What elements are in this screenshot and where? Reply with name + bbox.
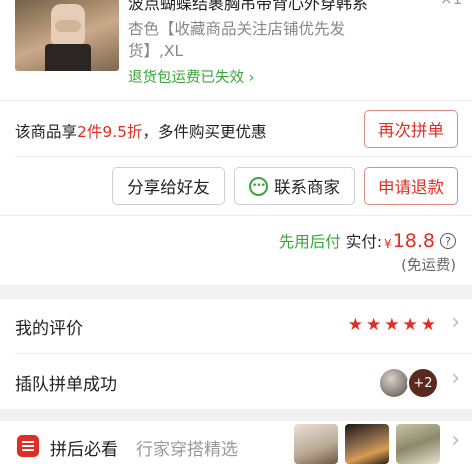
list-icon	[17, 435, 39, 457]
paid-label: 实付:	[345, 233, 383, 251]
section-gap	[0, 409, 472, 421]
group-status-label: 插队拼单成功	[15, 375, 117, 395]
divider	[0, 215, 472, 216]
recommend-title[interactable]: 拼后必看	[50, 435, 118, 460]
outfit-thumbnail[interactable]	[345, 424, 389, 464]
help-icon[interactable]: ?	[440, 233, 456, 249]
product-quantity: ×1	[440, 0, 462, 8]
product-spec: 杏色【收藏商品关注店铺优先发货】,XL	[128, 20, 346, 60]
pay-later-tag: 先用后付	[278, 233, 341, 251]
shipping-note: (免运费)	[401, 258, 456, 274]
star-icon: ★	[384, 315, 400, 335]
chat-icon: •••	[249, 176, 268, 196]
chevron-right-icon: ›	[451, 428, 460, 453]
product-title[interactable]: 波点蝴蝶结裹胸吊带背心外穿韩系	[128, 0, 368, 14]
outfit-thumbnail[interactable]	[396, 424, 440, 464]
refund-button[interactable]: 申请退款	[364, 167, 458, 205]
star-icon: ★	[347, 315, 363, 335]
chevron-right-icon: ›	[451, 310, 460, 335]
divider	[0, 100, 472, 101]
return-shipping-tip[interactable]: 退货包运费已失效 ›	[128, 66, 254, 87]
star-icon: ★	[420, 315, 436, 335]
recommend-subtitle: 行家穿搭精选	[136, 440, 238, 460]
discount-info: 该商品享2件9.5折，多件购买更优惠	[15, 123, 267, 141]
return-tip-label: 退货包运费已失效	[128, 70, 244, 86]
section-gap	[0, 285, 472, 299]
contact-label: 联系商家	[274, 178, 340, 197]
review-label: 我的评价	[15, 319, 83, 339]
star-icon: ★	[366, 315, 382, 335]
discount-highlight: 2件9.5折	[77, 123, 143, 141]
extra-members-badge: +2	[407, 367, 439, 399]
avatar	[380, 369, 408, 397]
share-button[interactable]: 分享给好友	[112, 167, 225, 205]
outfit-thumbnail[interactable]	[294, 424, 338, 464]
contact-merchant-button[interactable]: ••• 联系商家	[234, 167, 355, 205]
chevron-right-icon: ›	[244, 70, 255, 86]
star-icon: ★	[402, 315, 418, 335]
payment-summary: 先用后付 实付: ¥ 18.8 ?	[279, 230, 456, 252]
paid-amount: 18.8	[392, 230, 435, 252]
divider	[15, 156, 472, 157]
rating-stars: ★ ★ ★ ★ ★	[348, 316, 436, 334]
rebuy-button[interactable]: 再次拼单	[364, 110, 458, 148]
chevron-right-icon: ›	[451, 366, 460, 391]
product-image[interactable]	[15, 0, 119, 71]
currency-symbol: ¥	[384, 237, 392, 251]
